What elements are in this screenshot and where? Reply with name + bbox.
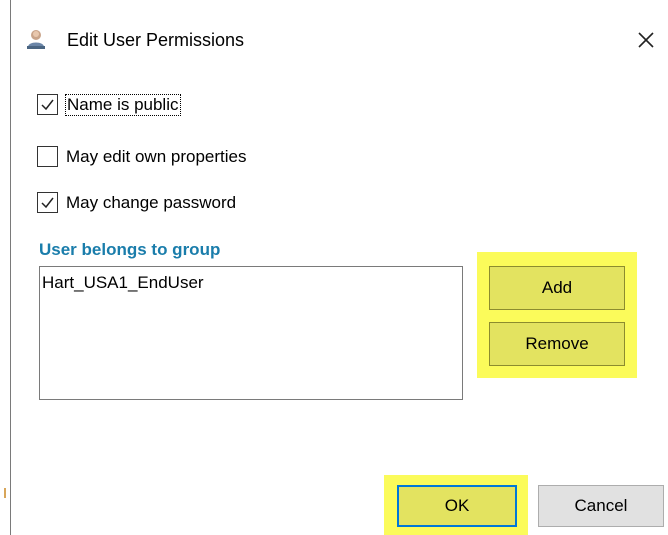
list-item[interactable]: Hart_USA1_EndUser <box>42 273 204 293</box>
edit-user-permissions-dialog: Edit User Permissions Name is public May… <box>10 0 668 535</box>
add-group-button[interactable]: Add <box>489 266 625 310</box>
background-edge-mark <box>4 488 6 498</box>
group-list[interactable]: Hart_USA1_EndUser <box>39 266 463 400</box>
remove-group-button[interactable]: Remove <box>489 322 625 366</box>
checkmark-icon <box>41 99 54 111</box>
may-change-password-checkbox[interactable] <box>37 192 58 213</box>
checkbox-row-may-change-password[interactable]: May change password <box>37 192 236 213</box>
checkbox-row-name-is-public[interactable]: Name is public <box>37 93 181 116</box>
page: Edit User Permissions Name is public May… <box>0 0 668 535</box>
title-bar[interactable]: Edit User Permissions <box>11 0 668 72</box>
may-edit-own-properties-checkbox[interactable] <box>37 146 58 167</box>
group-section-heading: User belongs to group <box>39 240 221 259</box>
ok-button[interactable]: OK <box>397 485 517 527</box>
name-is-public-label: Name is public <box>65 93 181 116</box>
user-permissions-icon <box>27 30 45 49</box>
may-change-password-label: May change password <box>66 192 237 212</box>
may-edit-own-properties-label: May edit own properties <box>66 146 247 166</box>
close-button[interactable] <box>629 24 663 56</box>
name-is-public-checkbox[interactable] <box>37 94 58 115</box>
checkbox-row-may-edit-own-properties[interactable]: May edit own properties <box>37 146 246 167</box>
dialog-title: Edit User Permissions <box>67 30 245 50</box>
cancel-button[interactable]: Cancel <box>538 485 664 527</box>
checkmark-icon <box>41 197 54 209</box>
close-icon <box>638 32 654 48</box>
